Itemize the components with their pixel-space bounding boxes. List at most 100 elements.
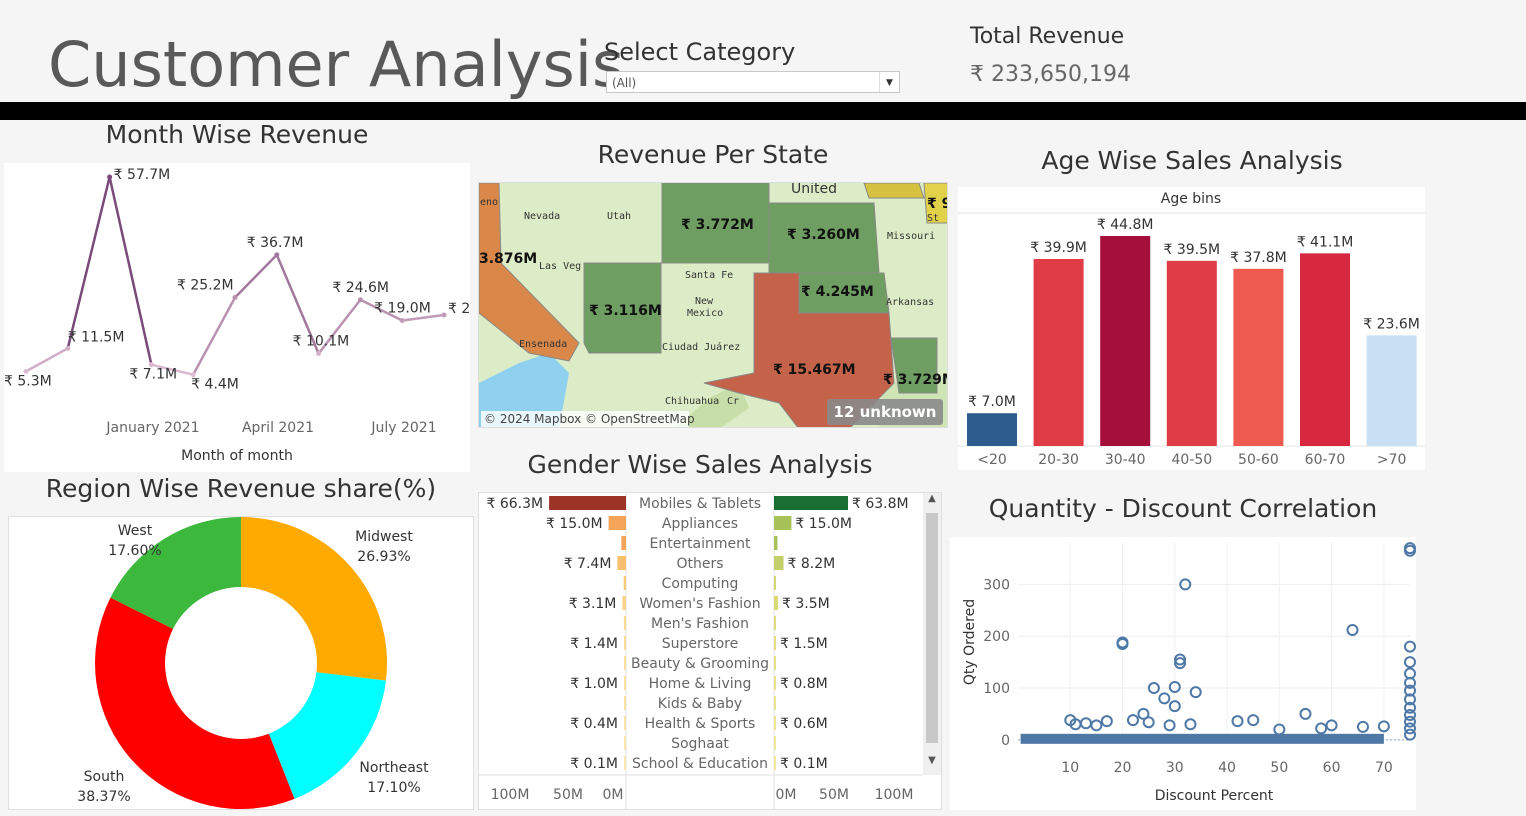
map-svg: United Nevada Utah Las Veg Missouri Sant… <box>479 183 947 427</box>
age-bin-tick: <20 <box>977 452 1007 468</box>
region-name-label: Northeast <box>359 760 429 776</box>
gender-right-value: ₹ 1.5M <box>780 636 828 652</box>
region-name-label: South <box>84 769 125 785</box>
month-value-label: ₹ 4.4M <box>191 377 239 393</box>
gender-sales-chart[interactable]: 100M 50M 0M 0M 50M 100M Mobiles & Tablet… <box>478 492 942 810</box>
map-label-mexico: Mexico <box>687 308 723 319</box>
age-bar <box>967 413 1017 446</box>
scroll-down-icon[interactable]: ▼ <box>923 755 941 771</box>
gender-left-bar <box>624 676 626 690</box>
age-bar <box>1033 258 1084 446</box>
month-tick-apr: April 2021 <box>242 420 314 436</box>
state-revenue-map[interactable]: United Nevada Utah Las Veg Missouri Sant… <box>478 182 948 428</box>
scatter-point <box>1090 719 1103 732</box>
gender-category-label: Beauty & Grooming <box>631 656 769 672</box>
age-bar <box>1233 268 1284 446</box>
month-value-label: ₹ 36.7M <box>247 235 304 251</box>
region-share-chart[interactable]: Midwest 26.93% Northeast 17.10% South 38.37% W… <box>8 516 474 810</box>
scatter-x-tick: 30 <box>1166 760 1184 776</box>
gender-scrollbar-thumb[interactable] <box>926 513 938 743</box>
map-label-nevada: Nevada <box>524 211 560 222</box>
gender-left-bar <box>623 576 626 590</box>
scatter-chart[interactable]: 0 100 200 300 10 20 30 40 50 60 70 Discount Percent… <box>950 537 1416 810</box>
month-point <box>232 295 238 301</box>
state-north[interactable] <box>863 183 925 199</box>
map-attribution[interactable]: © 2024 Mapbox © OpenStreetMap <box>484 412 695 426</box>
scatter-x-tick: 50 <box>1270 760 1288 776</box>
map-value-texas: ₹ 15.467M <box>773 362 856 378</box>
age-bin-tick: >70 <box>1377 452 1407 468</box>
gender-left-bar <box>624 736 626 750</box>
gender-category-label: Kids & Baby <box>658 696 742 712</box>
scatter-point <box>1231 715 1244 728</box>
chevron-down-icon[interactable]: ▼ <box>879 72 899 92</box>
state-revenue-title: Revenue Per State <box>597 140 829 169</box>
gender-left-bar <box>624 756 626 770</box>
age-bin-tick: 20-30 <box>1038 452 1079 468</box>
map-label-lasvegas: Las Veg <box>539 261 581 272</box>
map-value-colorado: ₹ 3.772M <box>681 217 754 233</box>
month-point <box>357 297 363 303</box>
map-label-st: St <box>927 213 939 224</box>
gender-left-value: ₹ 15.0M <box>546 516 603 532</box>
gender-category-label: Men's Fashion <box>651 616 749 632</box>
category-filter-label: Select Category <box>604 38 796 66</box>
month-line-segment <box>191 296 237 376</box>
gender-right-bar <box>774 696 776 710</box>
region-name-label: Midwest <box>355 529 413 545</box>
gender-right-bar <box>774 576 776 590</box>
month-value-label: ₹ 57.7M <box>114 167 171 183</box>
region-share-title: Region Wise Revenue share(%) <box>45 474 437 503</box>
month-revenue-svg: January 2021 April 2021 July 2021 Month … <box>4 167 505 464</box>
map-label-chihuahua: Chihuahua <box>665 396 719 407</box>
category-dropdown[interactable]: (All) ▼ <box>606 71 900 93</box>
gender-left-bar <box>549 496 626 510</box>
gender-right-bar <box>774 656 776 670</box>
gender-right-value: ₹ 8.2M <box>788 556 836 572</box>
scatter-point <box>1100 715 1113 728</box>
gender-left-value: ₹ 1.4M <box>570 636 618 652</box>
region-share-label: 17.60% <box>108 543 161 559</box>
month-revenue-chart[interactable]: January 2021 April 2021 July 2021 Month … <box>4 163 505 472</box>
age-bin-tick: 60-70 <box>1305 452 1346 468</box>
region-share-label: 38.37% <box>77 789 130 805</box>
gender-right-bar <box>774 756 776 770</box>
age-bar-value: ₹ 39.5M <box>1163 242 1220 258</box>
map-label-utah: Utah <box>607 211 631 222</box>
scatter-point <box>1247 714 1260 727</box>
age-bar <box>1300 253 1350 446</box>
age-bar-value: ₹ 37.8M <box>1230 250 1287 266</box>
month-line-segment <box>233 253 279 299</box>
gender-left-value: ₹ 1.0M <box>570 676 618 692</box>
month-point <box>441 312 447 318</box>
gender-right-value: ₹ 3.5M <box>782 596 830 612</box>
scroll-up-icon[interactable]: ▲ <box>923 493 941 509</box>
gender-right-bar <box>774 556 784 570</box>
month-value-label: ₹ 25.2M <box>177 278 234 294</box>
gender-right-bar <box>774 616 776 630</box>
gender-right-bar <box>774 716 776 730</box>
scatter-y-tick: 200 <box>983 629 1010 645</box>
gender-left-tick-50: 50M <box>553 787 583 803</box>
gender-category-label: Home & Living <box>649 676 752 692</box>
month-point <box>65 345 71 351</box>
gender-left-bar <box>624 636 626 650</box>
gender-scrollbar[interactable]: ▲ ▼ <box>923 493 941 775</box>
gender-right-value: ₹ 0.6M <box>780 716 828 732</box>
scatter-point <box>1158 692 1171 705</box>
map-label-ensenada: Ensenada <box>519 339 567 350</box>
gender-right-bar <box>774 496 849 510</box>
gender-right-tick-50: 50M <box>819 787 849 803</box>
scatter-x-tick: 20 <box>1114 760 1132 776</box>
age-bar-value: ₹ 41.1M <box>1297 234 1354 250</box>
gender-left-bar <box>617 556 626 570</box>
gender-category-label: Mobiles & Tablets <box>639 496 761 512</box>
age-sales-chart[interactable]: Age bins ₹ 7.0M <20 ₹ 39.9M 20-30 ₹ 44.8M 30-… <box>958 187 1425 470</box>
scatter-point <box>1189 686 1202 699</box>
scatter-point <box>1356 720 1369 733</box>
scatter-x-tick: 40 <box>1218 760 1236 776</box>
region-share-label: 26.93% <box>357 549 410 565</box>
gender-left-bar <box>624 696 626 710</box>
scatter-point <box>1079 717 1092 730</box>
age-bar <box>1100 236 1151 446</box>
